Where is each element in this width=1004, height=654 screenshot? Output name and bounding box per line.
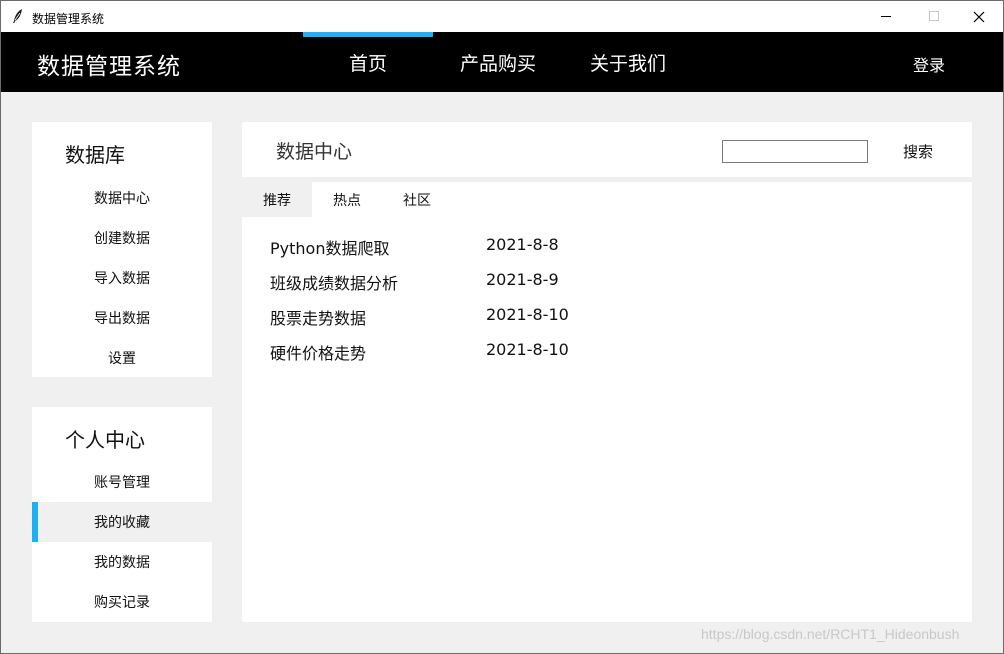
page-title: 数据中心 (276, 141, 353, 163)
list-item-date: 2021-8-10 (486, 305, 569, 324)
login-button[interactable]: 登录 (913, 52, 945, 76)
sidebar-item-favorites[interactable]: 我的收藏 (32, 502, 212, 542)
list-item-name: 股票走势数据 (270, 309, 367, 328)
sidebar-item-purchase-history[interactable]: 购买记录 (32, 582, 212, 622)
nav-item-home[interactable]: 首页 (303, 32, 433, 92)
sidebar-item-settings[interactable]: 设置 (32, 338, 212, 378)
sidebar-personal-panel: 个人中心 账号管理 我的收藏 我的数据 购买记录 (32, 407, 212, 622)
top-navbar: 数据管理系统 首页 产品购买 关于我们 登录 (1, 32, 1003, 92)
tab-community[interactable]: 社区 (382, 182, 452, 217)
maximize-button[interactable] (911, 1, 957, 32)
list-item-date: 2021-8-9 (486, 270, 559, 289)
list-item[interactable]: 硬件价格走势 2021-8-10 (242, 332, 972, 367)
feather-icon (13, 9, 22, 23)
search-input[interactable] (722, 140, 868, 163)
nav-item-buy[interactable]: 产品购买 (433, 32, 563, 92)
nav-item-about[interactable]: 关于我们 (563, 32, 693, 92)
tab-hot[interactable]: 热点 (312, 182, 382, 217)
maximize-icon (928, 11, 939, 21)
list-item-name: 硬件价格走势 (270, 344, 367, 363)
list-item[interactable]: Python数据爬取 2021-8-8 (242, 227, 972, 262)
list-item-date: 2021-8-10 (486, 340, 569, 359)
close-icon (973, 11, 985, 22)
window-title: 数据管理系统 (32, 12, 105, 26)
list-item-name: Python数据爬取 (270, 239, 390, 258)
sidebar-database-title: 数据库 (65, 143, 125, 167)
search-button[interactable]: 搜索 (890, 136, 946, 166)
minimize-icon (880, 16, 891, 17)
sidebar-item-import-data[interactable]: 导入数据 (32, 258, 212, 298)
tab-recommended[interactable]: 推荐 (242, 182, 312, 217)
app-window: 数据管理系统 数据管理系统 首页 产品购买 关于我们 登录 数据库 数据中心 创… (0, 0, 1004, 654)
sidebar-item-data-center[interactable]: 数据中心 (32, 178, 212, 218)
brand-title: 数据管理系统 (37, 54, 181, 80)
minimize-button[interactable] (863, 1, 909, 32)
sidebar-item-create-data[interactable]: 创建数据 (32, 218, 212, 258)
list-item-name: 班级成绩数据分析 (270, 274, 399, 293)
title-bar: 数据管理系统 (1, 1, 1003, 32)
main-header: 数据中心 搜索 (242, 122, 972, 177)
list-item[interactable]: 班级成绩数据分析 2021-8-9 (242, 262, 972, 297)
sidebar-database-panel: 数据库 数据中心 创建数据 导入数据 导出数据 设置 (32, 122, 212, 377)
list-item[interactable]: 股票走势数据 2021-8-10 (242, 297, 972, 332)
close-button[interactable] (956, 1, 1002, 32)
sidebar-item-account[interactable]: 账号管理 (32, 462, 212, 502)
sidebar-personal-title: 个人中心 (65, 428, 145, 452)
sidebar-item-export-data[interactable]: 导出数据 (32, 298, 212, 338)
content-panel: 推荐 热点 社区 Python数据爬取 2021-8-8 班级成绩数据分析 20… (242, 182, 972, 622)
list-item-date: 2021-8-8 (486, 235, 559, 254)
sidebar-item-my-data[interactable]: 我的数据 (32, 542, 212, 582)
watermark: https://blog.csdn.net/RCHT1_Hideonbush (701, 626, 960, 642)
